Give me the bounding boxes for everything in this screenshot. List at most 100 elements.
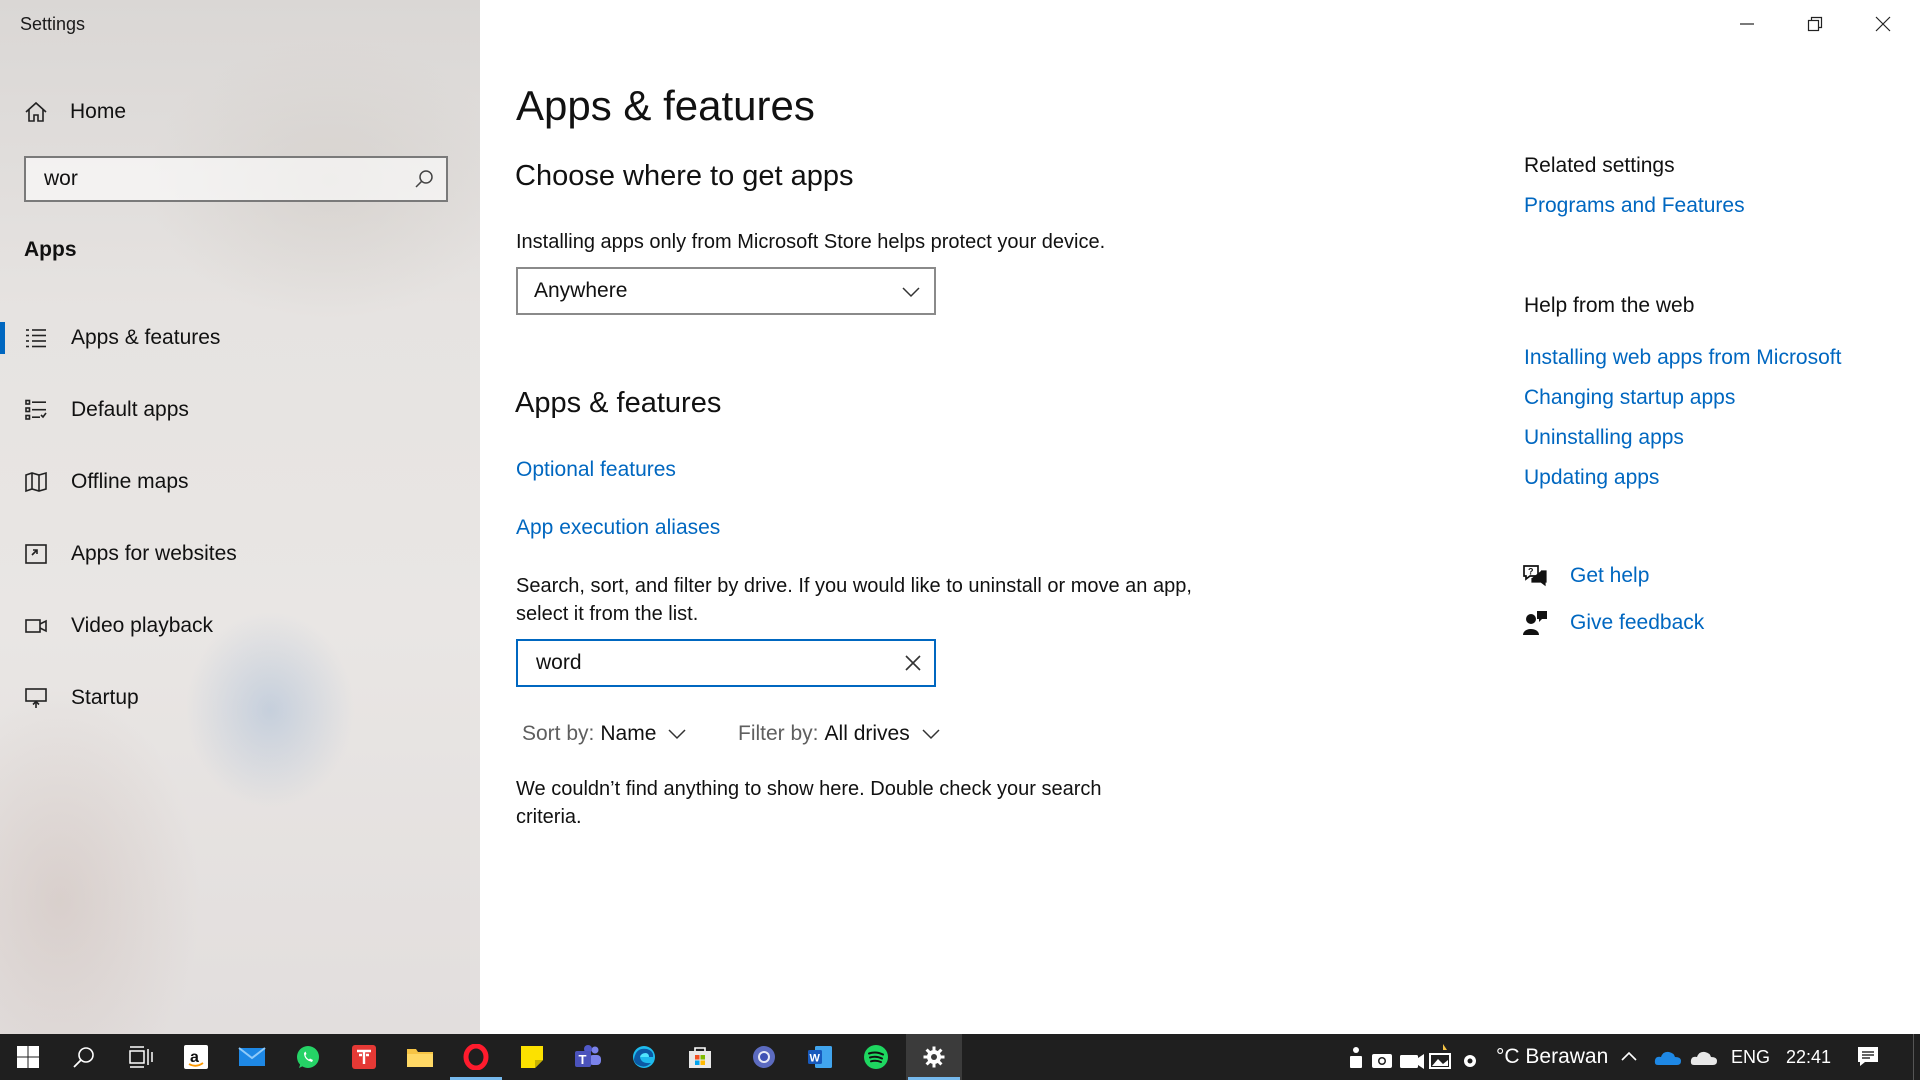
sidebar-item-default-apps[interactable]: Default apps (0, 388, 470, 432)
edge-icon (633, 1046, 655, 1068)
action-center-button[interactable] (1856, 1034, 1880, 1080)
taskbar-app-word[interactable]: W (792, 1034, 848, 1080)
map-icon (25, 471, 47, 493)
get-help-icon: ? (1523, 565, 1547, 587)
sidebar-item-video-playback[interactable]: Video playback (0, 604, 470, 648)
amazon-icon: a (184, 1045, 208, 1069)
video-icon (25, 619, 47, 633)
minimize-icon (1740, 23, 1754, 25)
minimize-button[interactable] (1714, 0, 1780, 48)
sidebar-item-label: Apps & features (71, 326, 221, 349)
sort-by-value: Name (600, 722, 657, 745)
app-list-search-box[interactable] (516, 639, 936, 687)
restore-button[interactable] (1782, 0, 1848, 48)
chevron-up-icon (1621, 1051, 1637, 1061)
chrome-icon (753, 1046, 775, 1068)
sidebar-item-label: Startup (71, 686, 139, 709)
give-feedback-link[interactable]: Give feedback (1522, 610, 1704, 636)
give-feedback-label: Give feedback (1570, 611, 1705, 634)
app-execution-aliases-link[interactable]: App execution aliases (516, 516, 720, 540)
onedrive-tray-icon[interactable] (1654, 1034, 1682, 1080)
programs-and-features-link[interactable]: Programs and Features (1524, 194, 1745, 218)
apps-features-heading: Apps & features (515, 387, 722, 419)
taskbar-app-microsoft-store[interactable] (672, 1034, 728, 1080)
chevron-down-icon (668, 729, 686, 740)
sidebar-item-label: Offline maps (71, 470, 189, 493)
taskbar-app-file-explorer[interactable] (392, 1034, 448, 1080)
weather-text: °C Berawan (1496, 1045, 1609, 1068)
home-nav-item[interactable]: Home (24, 94, 444, 130)
web-help-link-startup[interactable]: Changing startup apps (1524, 386, 1735, 410)
get-help-link[interactable]: ? Get help (1522, 564, 1649, 588)
onedrive-personal-tray-icon[interactable] (1690, 1034, 1718, 1080)
sidebar-item-startup[interactable]: Startup (0, 676, 470, 720)
sticky-notes-icon (521, 1046, 543, 1068)
tableplus-icon (352, 1045, 376, 1069)
app-list-search-input[interactable] (534, 650, 868, 676)
clock[interactable]: 22:41 (1786, 1034, 1831, 1080)
sidebar-item-label: Apps for websites (71, 542, 237, 565)
taskbar-app-teams[interactable]: T (560, 1034, 616, 1080)
task-view-button[interactable] (112, 1034, 168, 1080)
sidebar: Settings Home Apps Apps & features (0, 0, 480, 1034)
app-title: Settings (20, 14, 86, 34)
settings-search-box[interactable] (24, 156, 448, 202)
windows-logo-icon (17, 1046, 39, 1068)
taskbar-search-button[interactable] (56, 1034, 112, 1080)
action-center-icon (1858, 1047, 1878, 1066)
svg-text:a: a (190, 1049, 199, 1066)
optional-features-link[interactable]: Optional features (516, 458, 676, 482)
search-icon (73, 1047, 94, 1068)
close-button[interactable] (1850, 0, 1916, 48)
web-help-link-installing[interactable]: Installing web apps from Microsoft (1524, 346, 1841, 370)
home-label: Home (70, 100, 127, 123)
filter-by-dropdown[interactable]: Filter by: All drives (738, 722, 940, 746)
taskbar-app-amazon[interactable]: a (168, 1034, 224, 1080)
help-from-web-heading: Help from the web (1524, 294, 1695, 317)
taskbar-app-spotify[interactable] (848, 1034, 904, 1080)
taskbar-app-settings[interactable] (906, 1034, 962, 1080)
search-description: Search, sort, and filter by drive. If yo… (516, 575, 1192, 625)
search-icon[interactable] (414, 169, 434, 189)
settings-search-input[interactable] (42, 166, 406, 192)
taskbar-app-mail[interactable] (224, 1034, 280, 1080)
app-source-value: Anywhere (534, 279, 628, 302)
taskbar-app-edge[interactable] (616, 1034, 672, 1080)
empty-results-message: We couldn’t find anything to show here. … (516, 778, 1102, 828)
show-hidden-icons-button[interactable] (1620, 1034, 1638, 1080)
default-apps-icon (25, 399, 47, 420)
sidebar-item-offline-maps[interactable]: Offline maps (0, 460, 470, 504)
word-icon: W (808, 1046, 832, 1068)
language-text: ENG (1731, 1046, 1771, 1067)
svg-text:T: T (579, 1052, 587, 1067)
start-button[interactable] (0, 1034, 56, 1080)
taskbar-app-sticky-notes[interactable] (504, 1034, 560, 1080)
sidebar-item-apps-features[interactable]: Apps & features (0, 316, 470, 360)
store-bag-icon (689, 1047, 711, 1068)
language-indicator[interactable]: ENG (1731, 1034, 1770, 1080)
feedback-person-icon (1523, 611, 1547, 635)
section-label: Apps (24, 238, 77, 261)
taskbar-app-opera[interactable] (448, 1034, 504, 1080)
mail-icon (238, 1047, 266, 1066)
startup-monitor-icon (25, 688, 47, 708)
web-help-link-updating[interactable]: Updating apps (1524, 466, 1659, 490)
spotify-icon (864, 1045, 888, 1069)
clock-time: 22:41 (1786, 1046, 1832, 1067)
restore-icon (1807, 16, 1823, 32)
sidebar-item-apps-for-websites[interactable]: Apps for websites (0, 532, 470, 576)
sort-by-label: Sort by: (522, 722, 595, 745)
weather-widget[interactable]: °C Berawan (1496, 1034, 1608, 1080)
clear-icon[interactable] (904, 654, 922, 672)
show-desktop-button[interactable] (1913, 1034, 1920, 1080)
taskbar-app-whatsapp[interactable] (280, 1034, 336, 1080)
app-source-dropdown[interactable]: Anywhere (516, 267, 936, 315)
taskbar-app-tableplus[interactable] (336, 1034, 392, 1080)
list-icon (26, 329, 46, 348)
sort-by-dropdown[interactable]: Sort by: Name (522, 722, 686, 746)
sidebar-item-label: Default apps (71, 398, 189, 421)
notification-tray-icons[interactable] (1348, 1042, 1488, 1072)
taskbar-app-chrome[interactable] (736, 1034, 792, 1080)
web-help-link-uninstalling[interactable]: Uninstalling apps (1524, 426, 1684, 450)
close-icon (1875, 16, 1891, 32)
